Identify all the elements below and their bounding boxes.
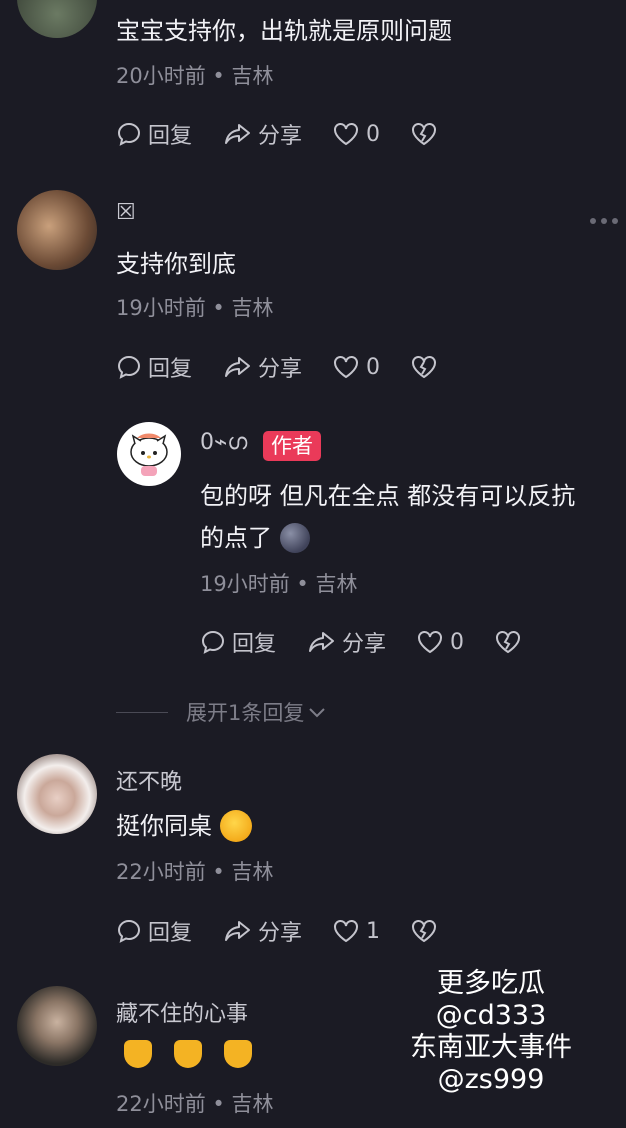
author-badge: 作者 — [263, 431, 321, 461]
share-button[interactable]: 分享 — [222, 915, 302, 947]
dislike-button[interactable] — [410, 918, 444, 944]
avatar[interactable] — [17, 190, 97, 270]
comment-meta: 19小时前 • 吉林 — [116, 296, 274, 320]
avatar[interactable] — [17, 0, 97, 38]
share-button[interactable]: 分享 — [222, 118, 302, 150]
reply-button[interactable]: 回复 — [116, 351, 192, 383]
comment-username[interactable]: 0⌁ഗ — [200, 430, 247, 455]
reply-button[interactable]: 回复 — [116, 118, 192, 150]
like-button[interactable]: 0 — [332, 121, 380, 147]
comment-username[interactable]: 藏不住的心事 — [116, 996, 248, 1028]
dislike-button[interactable] — [410, 121, 444, 147]
broken-heart-icon — [412, 356, 437, 379]
broken-heart-icon — [412, 123, 437, 146]
cat-icon — [130, 433, 168, 476]
comment-bubble-icon — [117, 355, 141, 379]
heart-icon — [334, 123, 359, 146]
share-arrow-icon — [225, 357, 251, 377]
heart-hands-emoji-icon — [174, 1040, 202, 1068]
comment-username[interactable]: 还不晚 — [116, 764, 182, 796]
comment-actions: 回复 分享 0 — [116, 119, 474, 149]
comment-actions: 回复 分享 1 — [116, 916, 474, 946]
share-arrow-icon — [225, 124, 251, 144]
heart-hands-emoji-icon — [124, 1040, 152, 1068]
comment-bubble-icon — [117, 122, 141, 146]
comment-text: 宝宝支持你，出轨就是原则问题 — [116, 17, 452, 45]
like-button[interactable]: 0 — [332, 354, 380, 380]
comment-actions: 回复 分享 0 — [200, 627, 558, 657]
avatar[interactable] — [117, 422, 181, 486]
chevron-down-icon — [309, 708, 326, 718]
comment-meta: 22小时前 • 吉林 — [116, 860, 274, 884]
watermark: 更多吃瓜 @cd333 东南亚大事件 @zs999 — [410, 968, 572, 1095]
share-button[interactable]: 分享 — [222, 351, 302, 383]
comment-meta: 19小时前 • 吉林 — [200, 572, 358, 596]
share-arrow-icon — [309, 632, 335, 652]
divider — [116, 711, 168, 713]
comment-text: 支持你到底 — [116, 250, 236, 278]
dislike-button[interactable] — [410, 354, 444, 380]
broken-heart-icon — [412, 920, 437, 943]
heart-icon — [334, 920, 359, 943]
emoji-row — [124, 1040, 252, 1068]
comment-bubble-icon — [201, 630, 225, 654]
heart-icon — [334, 356, 359, 379]
heart-hands-emoji-icon — [224, 1040, 252, 1068]
heart-icon — [418, 631, 443, 654]
broken-heart-icon — [496, 631, 521, 654]
comment-actions: 回复 分享 0 — [116, 352, 474, 382]
expand-replies-button[interactable]: 展开1条回复 — [116, 697, 328, 727]
reply-button[interactable]: 回复 — [116, 915, 192, 947]
comment-bubble-icon — [117, 919, 141, 943]
moon-emoji-icon — [280, 523, 310, 553]
comment-meta: 22小时前 • 吉林 — [116, 1092, 274, 1116]
reply-button[interactable]: 回复 — [200, 626, 276, 658]
comment-text: 包的呀 但凡在全点 都没有可以反抗 — [200, 482, 576, 510]
comment-username[interactable]: ☒ — [116, 200, 136, 225]
like-button[interactable]: 1 — [332, 918, 380, 944]
more-options-icon[interactable] — [590, 218, 618, 224]
dislike-button[interactable] — [494, 629, 528, 655]
avatar[interactable] — [17, 986, 97, 1066]
comment-text: 的点了 — [200, 516, 310, 560]
share-button[interactable]: 分享 — [306, 626, 386, 658]
avatar[interactable] — [17, 754, 97, 834]
comment-text: 挺你同桌 — [116, 804, 252, 848]
hugging-face-emoji-icon — [220, 810, 252, 842]
like-button[interactable]: 0 — [416, 629, 464, 655]
comment-meta: 20小时前 • 吉林 — [116, 64, 274, 88]
share-arrow-icon — [225, 921, 251, 941]
